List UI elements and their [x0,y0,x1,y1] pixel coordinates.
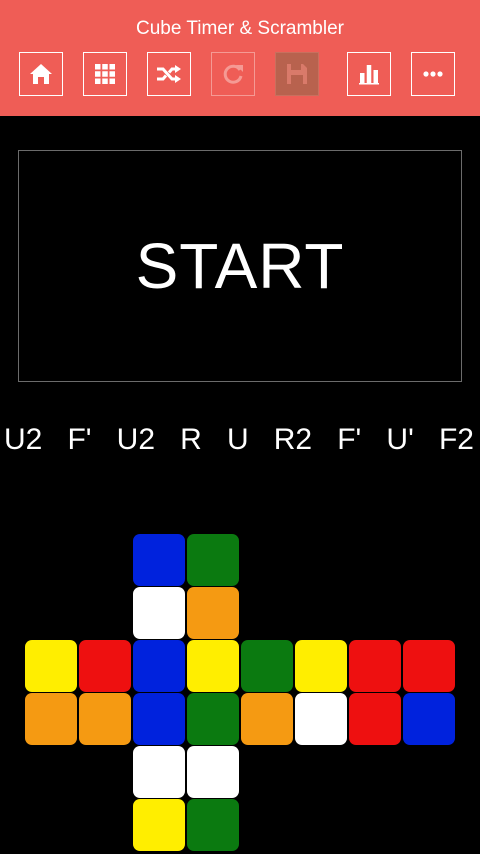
home-icon [30,64,52,84]
save-button[interactable] [275,52,319,96]
shuffle-icon [157,65,181,83]
scramble-sequence: U2 F' U2 R U R2 F' U' F2 [0,418,480,462]
sticker-back-0 [349,640,401,692]
sticker-up-2 [133,587,185,639]
scramble-move: F2 [438,423,474,456]
grid-button[interactable] [83,52,127,96]
sticker-left-1 [79,640,131,692]
refresh-icon [223,64,243,84]
sticker-back-1 [403,640,455,692]
app-header: Cube Timer & Scrambler [0,0,480,116]
sticker-right-3 [295,693,347,745]
bar-chart-icon [359,65,379,85]
sticker-right-2 [241,693,293,745]
sticker-front-3 [187,693,239,745]
sticker-front-2 [133,693,185,745]
app-title: Cube Timer & Scrambler [135,18,344,39]
scramble-move: U2 [116,423,156,456]
sticker-back-3 [403,693,455,745]
scramble-move: F' [337,423,362,456]
scramble-move: R [180,423,202,456]
stats-button[interactable] [347,52,391,96]
sticker-left-3 [79,693,131,745]
sticker-back-2 [349,693,401,745]
save-icon [287,64,307,84]
scramble-move: R2 [273,423,313,456]
more-icon [423,71,443,77]
scramble-move: F' [67,423,92,456]
sticker-right-1 [295,640,347,692]
sticker-up-1 [187,534,239,586]
more-button[interactable] [411,52,455,96]
sticker-front-0 [133,640,185,692]
scramble-move: U' [386,423,414,456]
home-button[interactable] [19,52,63,96]
toolbar [0,52,480,98]
grid-icon [95,64,115,84]
sticker-right-0 [241,640,293,692]
sticker-left-0 [25,640,77,692]
sticker-front-1 [187,640,239,692]
start-timer-button[interactable]: START [18,150,462,382]
sticker-down-2 [133,799,185,851]
sticker-up-3 [187,587,239,639]
sticker-down-3 [187,799,239,851]
refresh-button[interactable] [211,52,255,96]
sticker-down-0 [133,746,185,798]
sticker-up-0 [133,534,185,586]
scramble-move: U2 [4,423,43,456]
sticker-down-1 [187,746,239,798]
scramble-move: U [226,423,249,456]
shuffle-button[interactable] [147,52,191,96]
start-label: START [135,230,345,302]
sticker-left-2 [25,693,77,745]
